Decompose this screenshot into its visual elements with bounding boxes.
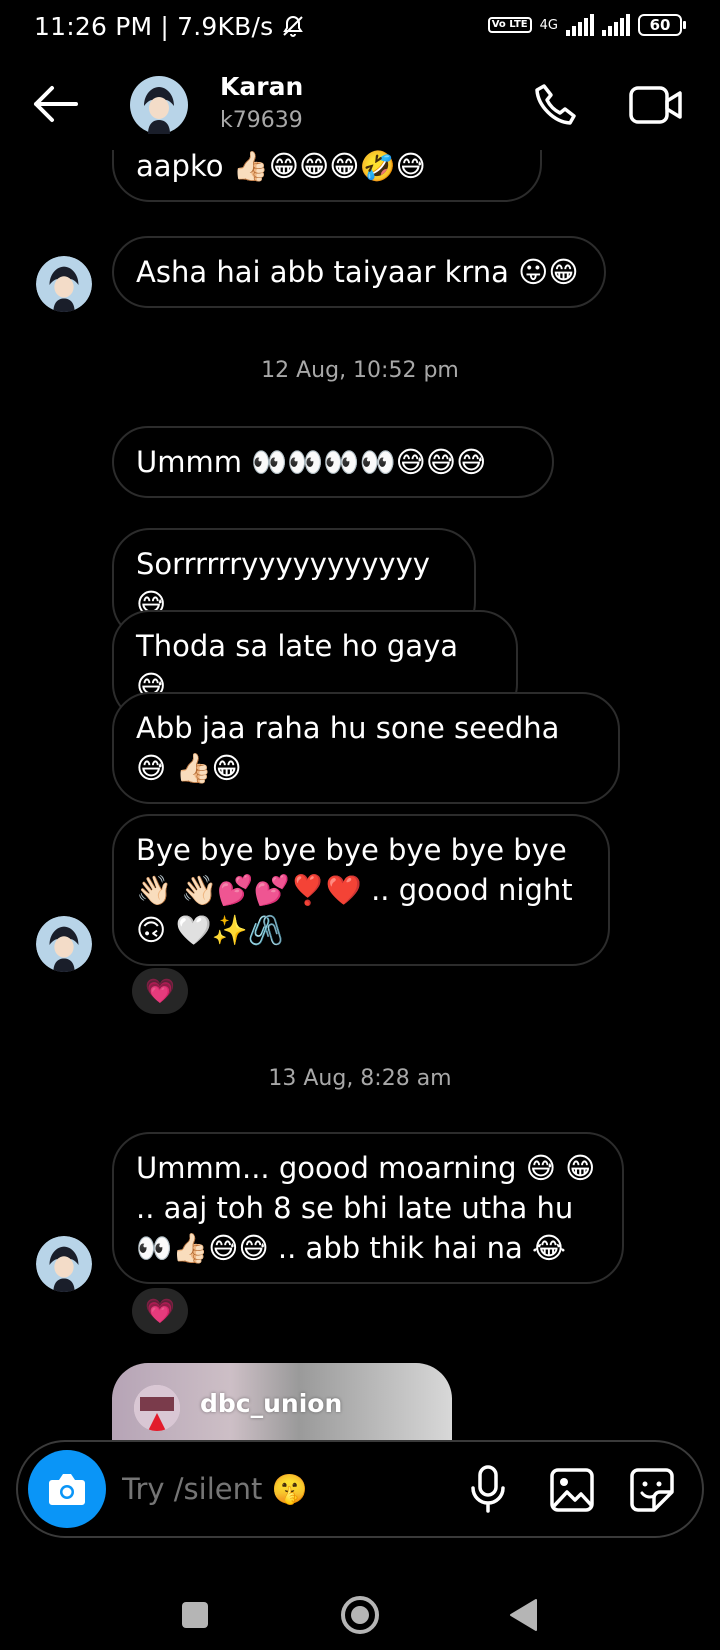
- navigation-bar: [0, 1570, 720, 1650]
- message-bubble[interactable]: Asha hai abb taiyaar krna 😛😁: [112, 236, 606, 308]
- status-bar: 11:26 PM | 7.9KB/s Vo LTE 4G 60: [0, 0, 720, 54]
- recent-apps-icon[interactable]: [182, 1602, 208, 1628]
- avatar[interactable]: [36, 1236, 92, 1292]
- message-bubble[interactable]: Abb jaa raha hu sone seedha 😅 👍🏻😁: [112, 692, 620, 804]
- avatar[interactable]: [36, 256, 92, 312]
- shared-post-preview[interactable]: dbc_union: [112, 1363, 452, 1443]
- home-icon[interactable]: [340, 1595, 380, 1635]
- chat-header: Karan k79639: [0, 60, 720, 150]
- message-bubble[interactable]: Bye bye bye bye bye bye bye 👋🏻 👋🏻💕💕❣️❤️ …: [112, 814, 610, 966]
- avatar[interactable]: [36, 916, 92, 972]
- battery-icon: 60: [638, 14, 686, 36]
- message-bubble[interactable]: Ummm 👀👀👀👀😅😅😅: [112, 426, 554, 498]
- status-right: Vo LTE 4G 60: [487, 14, 686, 36]
- message-bubble[interactable]: Ummm... goood moarning 😅 😁 .. aaj toh 8 …: [112, 1132, 624, 1284]
- back-arrow-icon[interactable]: [30, 82, 80, 126]
- timestamp: 12 Aug, 10:52 pm: [261, 358, 459, 383]
- scroll-clip: Ummm aaj n subo mil gya aapko 👍🏻😁😁😁🤣😅: [0, 150, 720, 240]
- phone-icon[interactable]: [530, 80, 580, 130]
- microphone-icon[interactable]: [468, 1464, 508, 1514]
- reaction-badge[interactable]: 💗: [132, 1288, 188, 1334]
- avatar[interactable]: [130, 76, 188, 134]
- status-time: 11:26 PM: [34, 12, 153, 41]
- reaction-badge[interactable]: 💗: [132, 968, 188, 1014]
- network-type: 4G: [539, 17, 558, 33]
- signal-icon: [566, 14, 594, 36]
- camera-icon[interactable]: [28, 1450, 106, 1528]
- volte-icon: Vo LTE: [487, 17, 532, 33]
- contact-username[interactable]: k79639: [220, 108, 303, 133]
- message-composer: [16, 1440, 704, 1538]
- post-username: dbc_union: [200, 1389, 343, 1418]
- post-avatar: [134, 1385, 180, 1431]
- contact-name[interactable]: Karan: [220, 72, 303, 101]
- message-bubble[interactable]: Ummm aaj n subo mil gya aapko 👍🏻😁😁😁🤣😅: [112, 150, 542, 202]
- back-triangle-icon[interactable]: [508, 1598, 538, 1632]
- gallery-icon[interactable]: [548, 1466, 596, 1514]
- mute-bell-icon: [281, 12, 305, 41]
- message-input[interactable]: [120, 1468, 454, 1510]
- sticker-icon[interactable]: [628, 1466, 676, 1514]
- status-net-speed: 7.9KB/s: [177, 12, 274, 41]
- timestamp: 13 Aug, 8:28 am: [268, 1066, 452, 1091]
- signal-icon-2: [602, 14, 630, 36]
- status-left: 11:26 PM | 7.9KB/s: [34, 12, 305, 41]
- video-call-icon[interactable]: [628, 82, 684, 128]
